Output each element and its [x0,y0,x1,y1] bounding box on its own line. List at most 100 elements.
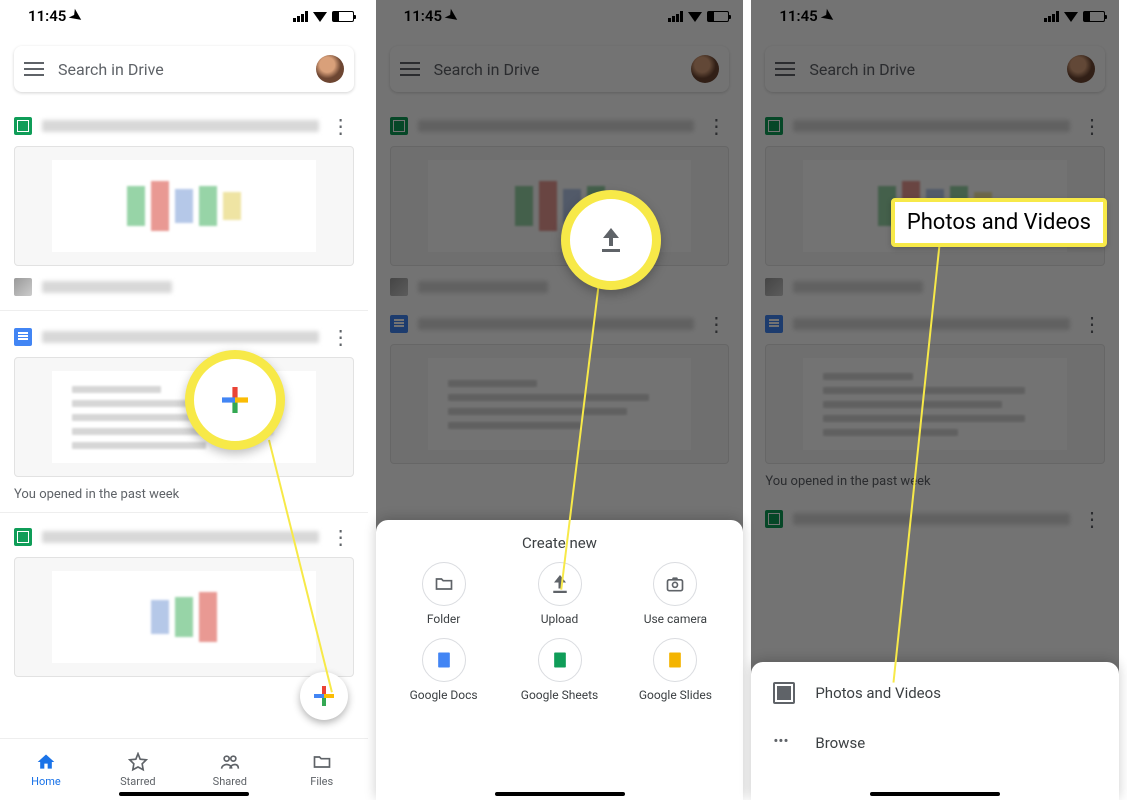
status-bar: 11:45➤ [376,0,744,28]
more-icon[interactable]: ⋮ [329,325,354,349]
sheets-icon [765,117,783,135]
upload-icon [551,575,569,593]
file-row[interactable]: ⋮ [14,106,354,146]
search-bar[interactable]: Search in Drive [14,46,354,92]
location-icon: ➤ [66,5,87,27]
file-row[interactable]: ⋮ [765,304,1105,344]
file-name [418,318,695,330]
upload-icon [599,228,623,252]
file-name [42,531,319,543]
avatar[interactable] [316,55,344,83]
file-list: ⋮ ⋮ You opened in the past week ⋮ [751,92,1119,539]
home-indicator [119,792,249,796]
file-thumbnail[interactable] [390,146,730,266]
menu-icon[interactable] [24,62,44,76]
upload-browse[interactable]: ••• Browse [751,718,1119,768]
status-time: 11:45 [28,7,66,25]
upload-photos-videos[interactable]: Photos and Videos [751,668,1119,718]
photos-icon [773,682,795,704]
file-list: ⋮ ⋮ [376,92,744,464]
file-name [418,281,548,293]
file-name [793,513,1070,525]
sheets-icon [14,528,32,546]
more-icon[interactable]: ⋮ [704,114,729,138]
file-thumbnail[interactable] [14,357,354,477]
nav-shared[interactable]: Shared [184,739,276,800]
file-row[interactable]: ⋮ [765,106,1105,146]
phone-3: 11:45➤ Search in Drive ⋮ ⋮ You opened in… [751,0,1127,800]
phone-1: 11:45➤ Search in Drive ⋮ ⋮ You opened in… [0,0,376,800]
file-list: ⋮ ⋮ You opened in the past week ⋮ [0,92,368,677]
home-indicator [870,792,1000,796]
create-upload[interactable]: Upload [502,562,618,626]
file-name [793,120,1070,132]
create-docs[interactable]: Google Docs [386,638,502,702]
file-name [418,120,695,132]
location-icon: ➤ [442,5,463,27]
avatar[interactable] [691,55,719,83]
signal-icon [1044,11,1059,22]
file-row[interactable]: ⋮ [390,106,730,146]
file-thumbnail[interactable] [14,146,354,266]
status-time: 11:45 [404,7,442,25]
file-name [42,120,319,132]
nav-starred[interactable]: Starred [92,739,184,800]
docs-icon [765,315,783,333]
file-row[interactable]: ⋮ [390,304,730,344]
avatar[interactable] [1067,55,1095,83]
battery-icon [332,11,354,22]
file-thumbnail[interactable] [765,344,1105,464]
create-new-sheet: Create new Folder Upload Use camera Goog… [376,520,744,800]
highlight-upload [561,190,661,290]
signal-icon [293,11,308,22]
section-label: You opened in the past week [14,481,354,512]
create-sheets[interactable]: Google Sheets [502,638,618,702]
file-row[interactable]: ⋮ [14,517,354,557]
menu-icon[interactable] [775,62,795,76]
file-row[interactable] [390,270,730,304]
battery-icon [707,11,729,22]
battery-icon [1083,11,1105,22]
image-icon [390,278,408,296]
sheets-icon [765,510,783,528]
highlight-photos-label: Photos and Videos [891,198,1107,247]
menu-icon[interactable] [400,62,420,76]
more-icon[interactable]: ⋮ [329,525,354,549]
status-bar: 11:45➤ [751,0,1119,28]
nav-files[interactable]: Files [276,739,368,800]
docs-icon [390,315,408,333]
more-icon[interactable]: ⋮ [704,312,729,336]
signal-icon [668,11,683,22]
file-thumbnail[interactable] [390,344,730,464]
more-icon[interactable]: ⋮ [1080,507,1105,531]
create-slides[interactable]: Google Slides [617,638,733,702]
search-placeholder: Search in Drive [58,60,302,79]
sheet-title: Create new [376,520,744,558]
status-time: 11:45 [779,7,817,25]
fab-new-button[interactable] [300,672,348,720]
search-bar[interactable]: Search in Drive [390,46,730,92]
docs-icon [14,328,32,346]
file-name [42,331,319,343]
image-icon [765,278,783,296]
more-icon[interactable]: ⋮ [1080,312,1105,336]
file-name [42,281,172,293]
file-row[interactable]: ⋮ [765,499,1105,539]
location-icon: ➤ [818,5,839,27]
more-horizontal-icon: ••• [773,732,795,754]
file-row[interactable] [14,270,354,304]
sheets-icon [390,117,408,135]
more-icon[interactable]: ⋮ [1080,114,1105,138]
search-bar[interactable]: Search in Drive [765,46,1105,92]
bottom-nav: Home Starred Shared Files [0,738,368,800]
wifi-icon [688,9,702,23]
create-folder[interactable]: Folder [386,562,502,626]
more-icon[interactable]: ⋮ [329,114,354,138]
wifi-icon [313,9,327,23]
file-row[interactable]: ⋮ [14,317,354,357]
highlight-fab [185,350,285,450]
plus-icon [222,387,248,413]
nav-home[interactable]: Home [0,739,92,800]
create-camera[interactable]: Use camera [617,562,733,626]
search-placeholder: Search in Drive [809,60,1053,79]
